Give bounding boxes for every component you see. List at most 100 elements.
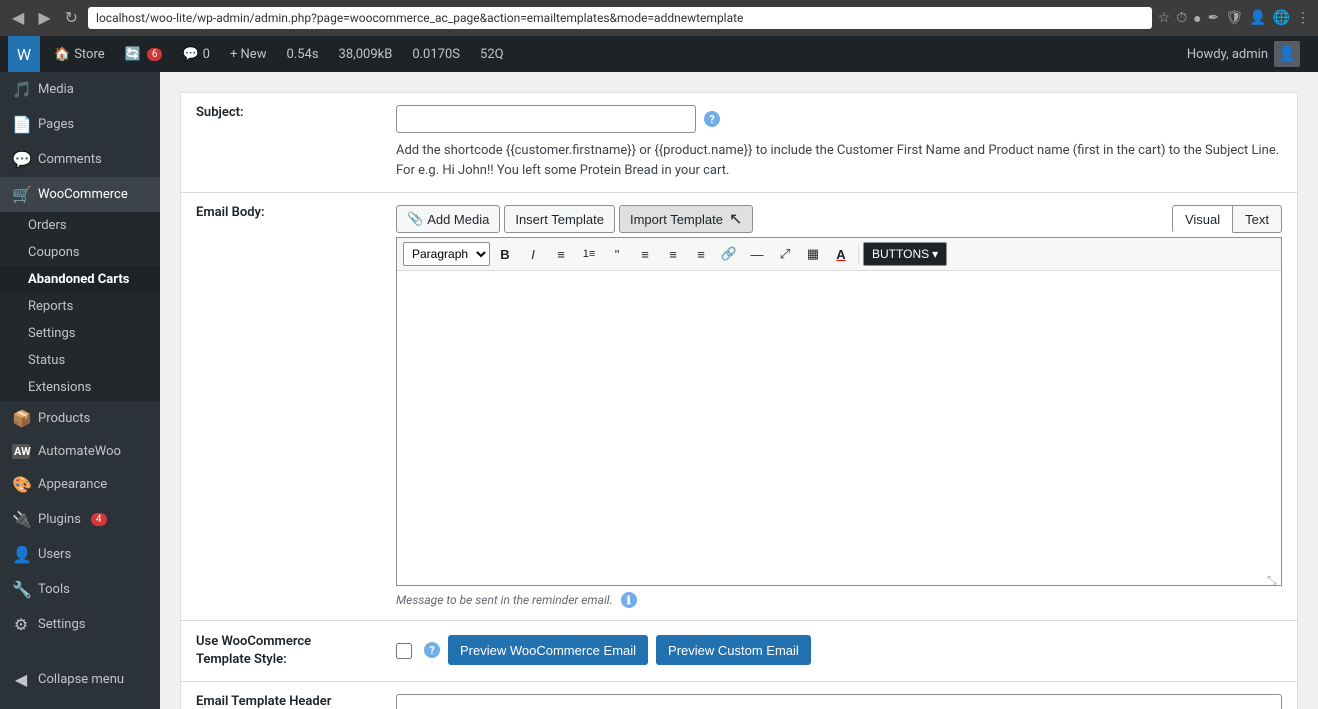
- ext-icon-5[interactable]: 👤: [1249, 10, 1266, 27]
- sidebar-item-label: Appearance: [38, 477, 107, 492]
- updates-menu[interactable]: 🔄 6: [115, 36, 173, 72]
- ext-icon-4[interactable]: 🛡: [1225, 10, 1243, 27]
- email-body-row: Email Body: 📎 Add Media Insert Template …: [180, 192, 1298, 620]
- settings-icon: ⚙: [12, 615, 30, 634]
- new-menu[interactable]: + New: [220, 36, 277, 72]
- comments-menu[interactable]: 💬 0: [172, 36, 220, 72]
- perf-4: 52Q: [470, 36, 514, 72]
- paragraph-format-select[interactable]: Paragraph: [403, 242, 490, 266]
- pages-icon: 📄: [12, 115, 30, 134]
- sidebar-subitem-extensions[interactable]: Extensions: [0, 374, 160, 401]
- ext-icon-3[interactable]: ✒: [1208, 10, 1220, 27]
- woo-template-field: ? Preview WooCommerce Email Preview Cust…: [396, 633, 1282, 665]
- woo-template-help-icon[interactable]: ?: [424, 642, 440, 658]
- insert-template-button[interactable]: Insert Template: [504, 205, 615, 233]
- store-menu[interactable]: 🏠 Store: [44, 36, 115, 72]
- sidebar-item-label: Settings: [38, 617, 85, 632]
- forward-button[interactable]: ▶: [34, 6, 54, 30]
- subject-field-wrap: ? Add the shortcode {{customer.firstname…: [396, 105, 1282, 180]
- text-tab-button[interactable]: Text: [1233, 205, 1282, 233]
- add-media-button[interactable]: 📎 Add Media: [396, 205, 500, 233]
- reload-button[interactable]: ↻: [61, 6, 82, 30]
- sidebar-item-automatewoo[interactable]: AW AutomateWoo: [0, 436, 160, 467]
- bookmark-icon[interactable]: ☆: [1158, 10, 1171, 27]
- sidebar-item-label: Products: [38, 411, 90, 426]
- ext-icon-2[interactable]: ●: [1193, 10, 1201, 27]
- collapse-label: Collapse menu: [38, 672, 124, 687]
- sidebar-subitem-settings[interactable]: Settings: [0, 320, 160, 347]
- sidebar-subitem-coupons[interactable]: Coupons: [0, 239, 160, 266]
- automatewoo-icon: AW: [12, 444, 30, 459]
- sidebar-item-plugins[interactable]: 🔌 Plugins 4: [0, 502, 160, 537]
- visual-tab-button[interactable]: Visual: [1172, 205, 1233, 233]
- sidebar-item-appearance[interactable]: 🎨 Appearance: [0, 467, 160, 502]
- sidebar-item-woocommerce[interactable]: 🛒 WooCommerce: [0, 177, 160, 212]
- collapse-icon: ◀: [12, 670, 30, 689]
- coupons-label: Coupons: [28, 245, 80, 260]
- bold-button[interactable]: B: [492, 242, 518, 266]
- sidebar-item-tools[interactable]: 🔧 Tools: [0, 572, 160, 607]
- email-template-header-input[interactable]: [396, 694, 1282, 709]
- sidebar: 🎵 Media 📄 Pages 💬 Comments 🛒 WooCommerce…: [0, 72, 160, 709]
- ext-icon-6[interactable]: 🌐: [1273, 10, 1290, 27]
- message-hint-icon[interactable]: ℹ: [621, 592, 637, 608]
- sidebar-item-media[interactable]: 🎵 Media: [0, 72, 160, 107]
- sidebar-subitem-orders[interactable]: Orders: [0, 212, 160, 239]
- email-body-label: Email Body:: [196, 205, 376, 220]
- woocommerce-submenu: Orders Coupons Abandoned Carts Reports S…: [0, 212, 160, 401]
- ext-icon-1[interactable]: ⏱: [1176, 10, 1187, 27]
- url-text: localhost/woo-lite/wp-admin/admin.php?pa…: [96, 11, 743, 25]
- subject-input[interactable]: [396, 105, 696, 133]
- sidebar-subitem-reports[interactable]: Reports: [0, 293, 160, 320]
- italic-button[interactable]: I: [520, 242, 546, 266]
- updates-icon: 🔄: [125, 47, 141, 62]
- sidebar-item-label: Plugins: [38, 512, 81, 527]
- table-button[interactable]: ▦: [800, 242, 826, 266]
- wp-logo[interactable]: W: [8, 36, 40, 72]
- admin-bar: W 🏠 Store 🔄 6 💬 0 + New 0.54s 38,009kB 0…: [0, 36, 1318, 72]
- unordered-list-button[interactable]: ≡: [548, 242, 574, 266]
- fullscreen-button[interactable]: ⤢: [772, 242, 798, 266]
- sidebar-item-comments[interactable]: 💬 Comments: [0, 142, 160, 177]
- sidebar-item-pages[interactable]: 📄 Pages: [0, 107, 160, 142]
- import-template-button[interactable]: Import Template ↖: [619, 205, 753, 233]
- back-button[interactable]: ◀: [8, 6, 28, 30]
- users-icon: 👤: [12, 545, 30, 564]
- status-label: Status: [28, 353, 65, 368]
- sidebar-item-products[interactable]: 📦 Products: [0, 401, 160, 436]
- align-center-button[interactable]: ≡: [660, 242, 686, 266]
- howdy-menu[interactable]: Howdy, admin 👤: [1177, 36, 1310, 72]
- subject-help-icon[interactable]: ?: [704, 111, 720, 127]
- preview-custom-email-button[interactable]: Preview Custom Email: [656, 635, 811, 665]
- align-left-button[interactable]: ≡: [632, 242, 658, 266]
- plugins-icon: 🔌: [12, 510, 30, 529]
- url-bar[interactable]: localhost/woo-lite/wp-admin/admin.php?pa…: [88, 7, 1152, 29]
- text-color-button[interactable]: A: [828, 242, 854, 266]
- horizontal-rule-button[interactable]: —: [744, 242, 770, 266]
- woo-template-checkbox[interactable]: [396, 643, 412, 659]
- sidebar-item-settings[interactable]: ⚙ Settings: [0, 607, 160, 642]
- preview-woocommerce-email-button[interactable]: Preview WooCommerce Email: [448, 635, 648, 665]
- align-right-button[interactable]: ≡: [688, 242, 714, 266]
- reports-label: Reports: [28, 299, 73, 314]
- editor-content[interactable]: [397, 271, 1281, 571]
- sidebar-subitem-status[interactable]: Status: [0, 347, 160, 374]
- add-media-icon: 📎: [407, 211, 423, 227]
- menu-icon[interactable]: ⋮: [1296, 10, 1310, 27]
- collapse-menu-button[interactable]: ◀ Collapse menu: [0, 662, 160, 697]
- sidebar-item-users[interactable]: 👤 Users: [0, 537, 160, 572]
- store-label: Store: [74, 47, 104, 62]
- woo-template-row: Use WooCommerce Template Style: ? Previe…: [180, 620, 1298, 681]
- perf-3: 0.0170S: [402, 36, 470, 72]
- orders-label: Orders: [28, 218, 67, 233]
- products-icon: 📦: [12, 409, 30, 428]
- resize-handle[interactable]: ⤡: [1267, 573, 1279, 585]
- buttons-dropdown-button[interactable]: BUTTONS ▾: [863, 242, 947, 266]
- blockquote-button[interactable]: ": [604, 242, 630, 266]
- sidebar-item-label: Media: [38, 82, 74, 97]
- buttons-dropdown-icon: ▾: [932, 247, 938, 261]
- link-button[interactable]: 🔗: [716, 242, 742, 266]
- sidebar-subitem-abandoned-carts[interactable]: Abandoned Carts: [0, 266, 160, 293]
- email-template-header-field: [396, 694, 1282, 709]
- ordered-list-button[interactable]: 1≡: [576, 242, 602, 266]
